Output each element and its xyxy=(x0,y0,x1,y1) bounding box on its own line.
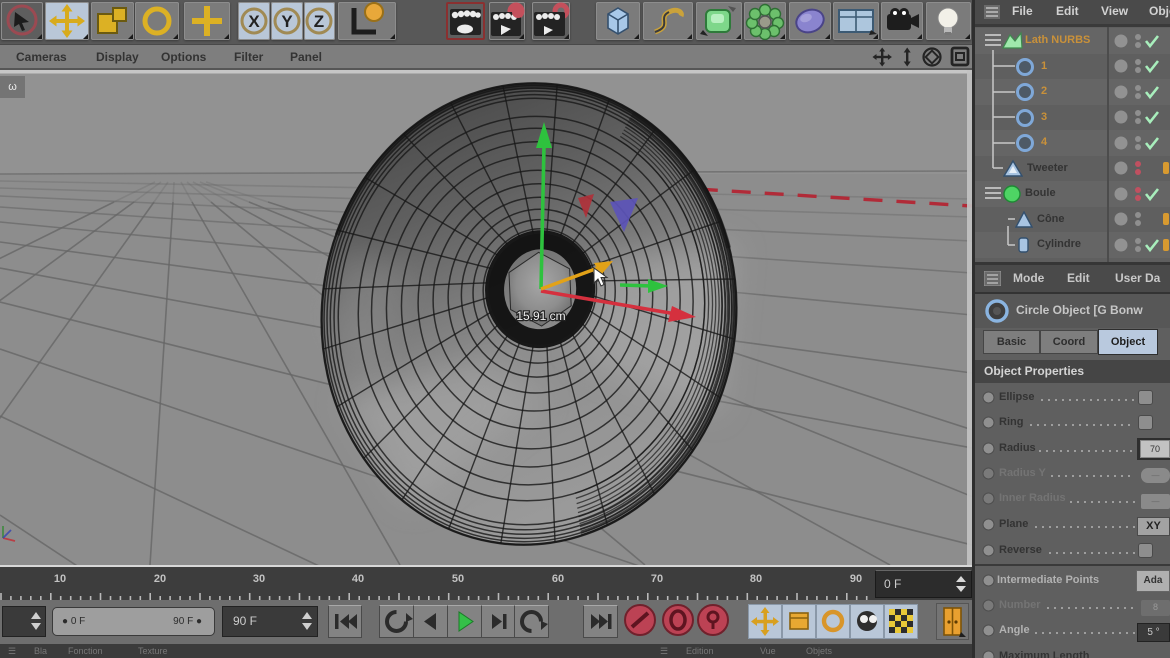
svg-text:15.91 cm: 15.91 cm xyxy=(516,309,565,323)
svg-text:X: X xyxy=(248,12,260,31)
svg-text:Y: Y xyxy=(281,12,293,31)
svg-text:Z: Z xyxy=(314,12,324,31)
